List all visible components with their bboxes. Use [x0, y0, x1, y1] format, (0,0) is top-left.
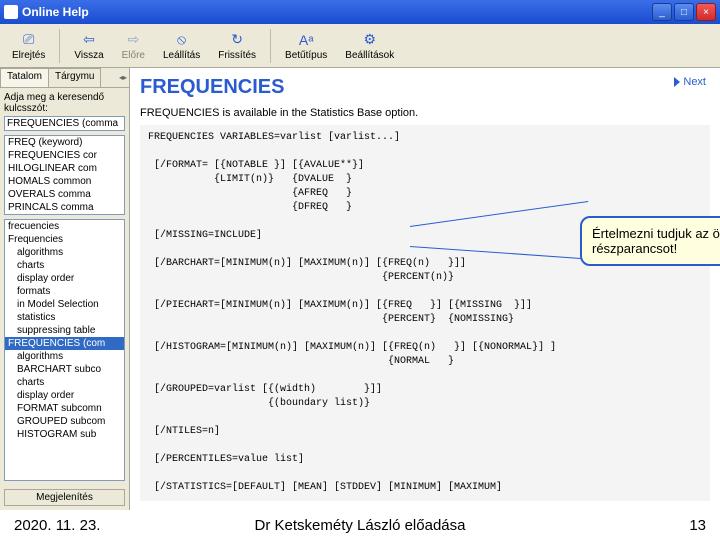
intro-text: FREQUENCIES is available in the Statisti… — [140, 107, 710, 119]
tree-item[interactable]: FREQUENCIES (com — [5, 337, 124, 350]
syntax-box: FREQUENCIES VARIABLES=varlist [varlist..… — [140, 125, 710, 501]
search-label: Adja meg a keresendő kulcsszót: — [0, 88, 129, 116]
search-input[interactable] — [4, 116, 125, 131]
list-item[interactable]: FREQ (keyword) — [5, 136, 124, 149]
footer-date: 2020. 11. 23. — [14, 517, 100, 534]
forward-button[interactable]: ⇨ Előre — [114, 29, 153, 63]
app-icon — [4, 5, 18, 19]
tree-item[interactable]: algorithms — [5, 246, 124, 259]
page-title: FREQUENCIES — [140, 76, 710, 99]
tab-index[interactable]: Tárgymu — [48, 68, 101, 87]
forward-icon: ⇨ — [124, 31, 142, 49]
list-item[interactable]: PRINCALS comma — [5, 201, 124, 214]
tree-item[interactable]: charts — [5, 376, 124, 389]
stop-icon: ⦸ — [173, 31, 191, 49]
tree-item[interactable]: suppressing table — [5, 324, 124, 337]
footer-page: 13 — [689, 517, 706, 534]
list-item[interactable]: PROBIT command — [5, 214, 124, 215]
tree-item[interactable]: display order — [5, 272, 124, 285]
list-item[interactable]: OVERALS comma — [5, 188, 124, 201]
tree-item[interactable]: display order — [5, 389, 124, 402]
tree-item[interactable]: FORMAT subcomn — [5, 402, 124, 415]
next-link[interactable]: Next — [674, 76, 706, 88]
tree-item[interactable]: Frequencies — [5, 233, 124, 246]
tab-contents[interactable]: Tatalom — [0, 68, 49, 87]
list-item[interactable]: FREQUENCIES cor — [5, 149, 124, 162]
gear-icon: ⚙ — [361, 31, 379, 49]
font-button[interactable]: Aᵃ Betűtípus — [277, 29, 335, 63]
refresh-button[interactable]: ↻ Frissítés — [210, 29, 264, 63]
hide-icon: ⎚ — [20, 31, 38, 49]
back-button[interactable]: ⇦ Vissza — [66, 29, 111, 63]
tree-item[interactable]: in Model Selection — [5, 298, 124, 311]
toolbar: ⎚ Elrejtés ⇦ Vissza ⇨ Előre ⦸ Leállítás … — [0, 24, 720, 68]
tree-item[interactable]: HISTOGRAM sub — [5, 428, 124, 441]
refresh-icon: ↻ — [228, 31, 246, 49]
stop-button[interactable]: ⦸ Leállítás — [155, 29, 208, 63]
tree-item[interactable]: statistics — [5, 311, 124, 324]
sidebar: Tatalom Tárgymu ◂▸ Adja meg a keresendő … — [0, 68, 130, 510]
hide-button[interactable]: ⎚ Elrejtés — [4, 29, 53, 63]
minimize-button[interactable]: _ — [652, 3, 672, 21]
list-item[interactable]: HOMALS common — [5, 175, 124, 188]
slide-footer: 2020. 11. 23. Dr Ketskeméty László előad… — [0, 510, 720, 540]
list-item[interactable]: HILOGLINEAR com — [5, 162, 124, 175]
display-button[interactable]: Megjelenítés — [4, 489, 125, 506]
tree-item[interactable]: formats — [5, 285, 124, 298]
tree-item[interactable]: GROUPED subcom — [5, 415, 124, 428]
back-icon: ⇦ — [80, 31, 98, 49]
tree-item[interactable]: BARCHART subco — [5, 363, 124, 376]
topic-tree[interactable]: frecuenciesFrequenciesalgorithmschartsdi… — [4, 219, 125, 481]
next-arrow-icon — [674, 77, 680, 87]
tree-item[interactable]: charts — [5, 259, 124, 272]
tree-item[interactable]: frecuencies — [5, 220, 124, 233]
options-button[interactable]: ⚙ Beállítások — [337, 29, 402, 63]
titlebar: Online Help _ □ × — [0, 0, 720, 24]
window-title: Online Help — [22, 5, 89, 19]
result-list[interactable]: FREQ (keyword)FREQUENCIES corHILOGLINEAR… — [4, 135, 125, 215]
maximize-button[interactable]: □ — [674, 3, 694, 21]
content-pane: Next FREQUENCIES FREQUENCIES is availabl… — [130, 68, 720, 510]
close-button[interactable]: × — [696, 3, 716, 21]
callout-bubble: Értelmezni tudjuk az összes részparancso… — [580, 216, 720, 266]
tab-overflow[interactable]: ◂▸ — [100, 68, 129, 87]
footer-author: Dr Ketskeméty László előadása — [255, 517, 466, 534]
tree-item[interactable]: algorithms — [5, 350, 124, 363]
font-icon: Aᵃ — [297, 31, 315, 49]
